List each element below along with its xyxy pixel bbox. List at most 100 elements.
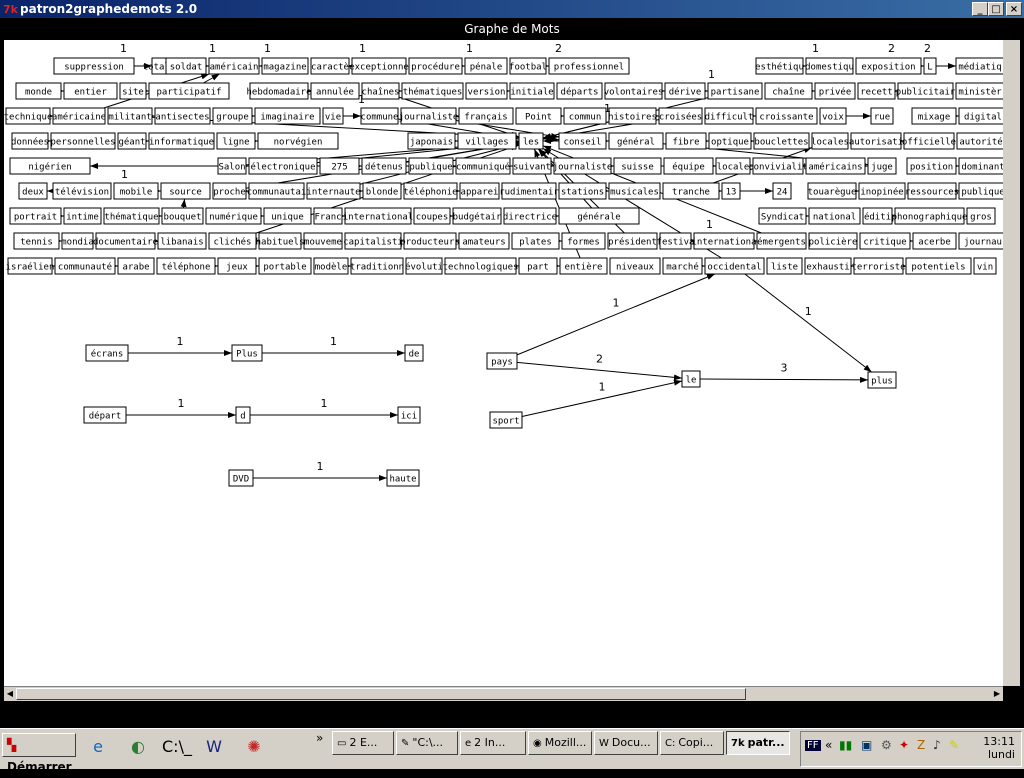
graph-node[interactable]: téléphonie bbox=[403, 182, 458, 200]
word-icon[interactable]: W bbox=[200, 733, 228, 761]
graph-node[interactable]: technologiques bbox=[443, 257, 519, 275]
graph-node[interactable]: américain bbox=[208, 57, 260, 75]
graph-node[interactable]: de bbox=[404, 344, 424, 362]
graph-node[interactable]: départ bbox=[83, 406, 127, 424]
graph-node[interactable]: proche bbox=[212, 182, 247, 200]
graph-node[interactable]: DVD bbox=[228, 469, 254, 487]
graph-node[interactable]: suppression bbox=[53, 57, 135, 75]
graph-node[interactable]: formes bbox=[561, 232, 606, 250]
graph-node[interactable]: part bbox=[518, 257, 558, 275]
minimize-button[interactable]: _ bbox=[972, 2, 988, 16]
graph-node[interactable]: mobile bbox=[113, 182, 159, 200]
graph-node[interactable]: amateurs bbox=[458, 232, 510, 250]
graph-node[interactable]: portable bbox=[258, 257, 312, 275]
graph-node[interactable]: géant bbox=[117, 132, 147, 150]
graph-node[interactable]: américains bbox=[805, 157, 866, 175]
graph-node[interactable]: thématique bbox=[103, 207, 160, 225]
graph-node[interactable]: tranche bbox=[662, 182, 720, 200]
graph-node[interactable]: directrice bbox=[503, 207, 557, 225]
graph-node[interactable]: croisées bbox=[658, 107, 703, 125]
graph-node[interactable]: nigérien bbox=[9, 157, 91, 175]
taskbar-task-button[interactable]: ✎ "C:\... bbox=[396, 731, 458, 755]
graph-node[interactable]: communauté bbox=[54, 257, 116, 275]
graph-node[interactable]: Plus bbox=[231, 344, 263, 362]
graph-node[interactable]: japonais bbox=[407, 132, 456, 150]
graph-node[interactable]: hebdomadaire bbox=[246, 82, 312, 100]
graph-node[interactable]: marché bbox=[662, 257, 703, 275]
graph-node[interactable]: autorité bbox=[956, 132, 1003, 150]
graph-node[interactable]: communiqué bbox=[455, 157, 511, 175]
graph-node[interactable]: histoires bbox=[608, 107, 657, 125]
graph-node[interactable]: annulée bbox=[310, 82, 360, 100]
taskbar-task-button[interactable]: ▭ 2 E... bbox=[332, 731, 394, 755]
scroll-right-arrow-icon[interactable]: ▶ bbox=[991, 688, 1003, 700]
graph-node[interactable]: procédure bbox=[408, 57, 463, 75]
graph-node[interactable]: arabe bbox=[117, 257, 155, 275]
graph-node[interactable]: entière bbox=[559, 257, 608, 275]
graph-node[interactable]: policière bbox=[808, 232, 858, 250]
graph-node[interactable]: international bbox=[343, 207, 413, 225]
graph-node[interactable]: festiva bbox=[657, 232, 695, 250]
graph-node[interactable]: conseil bbox=[558, 132, 607, 150]
graph-node[interactable]: national bbox=[808, 207, 861, 225]
graph-node[interactable]: israélien bbox=[6, 257, 55, 275]
graph-node[interactable]: données bbox=[11, 132, 49, 150]
graph-node[interactable]: unique bbox=[263, 207, 312, 225]
graph-node[interactable]: domestiqu bbox=[805, 57, 854, 75]
ie-icon[interactable]: e bbox=[84, 733, 112, 761]
graph-node[interactable]: américaine bbox=[52, 107, 106, 125]
graph-node[interactable]: chaînes bbox=[361, 82, 400, 100]
graph-node[interactable]: journaliste bbox=[399, 107, 459, 125]
graph-node[interactable]: phonographique bbox=[892, 207, 968, 225]
graph-node[interactable]: intime bbox=[63, 207, 102, 225]
graph-node[interactable]: commune bbox=[360, 107, 399, 125]
graph-node[interactable]: personnelles bbox=[50, 132, 116, 150]
graph-node[interactable]: convivialit bbox=[748, 157, 808, 175]
graph-node[interactable]: plus bbox=[867, 371, 897, 389]
graph-node[interactable]: entier bbox=[63, 82, 118, 100]
graph-node[interactable]: exposition bbox=[855, 57, 922, 75]
taskbar-task-button[interactable]: ◉ Mozill... bbox=[528, 731, 592, 755]
graph-node[interactable]: communautai bbox=[247, 182, 307, 200]
network-icon[interactable]: ▮▮ bbox=[839, 738, 852, 752]
graph-node[interactable]: imaginaire bbox=[254, 107, 321, 125]
graph-node[interactable]: juge bbox=[867, 157, 897, 175]
graph-node[interactable]: fibre bbox=[665, 132, 707, 150]
taskbar-task-button[interactable]: e2 In... bbox=[460, 731, 526, 755]
graph-node[interactable]: publique bbox=[958, 182, 1003, 200]
graph-node[interactable]: blonde bbox=[362, 182, 402, 200]
graph-node[interactable]: terroriste bbox=[851, 257, 906, 275]
maximize-button[interactable]: □ bbox=[988, 2, 1004, 16]
graph-node[interactable]: Point bbox=[515, 107, 562, 125]
graph-node[interactable]: monde bbox=[15, 82, 62, 100]
graph-node[interactable]: vie bbox=[322, 107, 344, 125]
pencil-icon[interactable]: ✎ bbox=[949, 738, 959, 752]
taskbar-task-button[interactable]: W Docu... bbox=[594, 731, 658, 755]
quicklaunch-more[interactable]: » bbox=[316, 731, 323, 745]
media-icon[interactable]: ◐ bbox=[124, 733, 152, 761]
monitor-icon[interactable]: ▣ bbox=[861, 738, 872, 752]
graph-node[interactable]: documentaire bbox=[93, 232, 158, 250]
graph-node[interactable]: haute bbox=[386, 469, 420, 487]
graph-node[interactable]: rue bbox=[870, 107, 894, 125]
graph-node[interactable]: rudimentair bbox=[499, 182, 559, 200]
graph-node[interactable]: groupe bbox=[212, 107, 253, 125]
graph-node[interactable]: électronique bbox=[248, 157, 318, 175]
graph-node[interactable]: détenus bbox=[361, 157, 407, 175]
graph-node[interactable]: clichés bbox=[208, 232, 257, 250]
graph-node[interactable]: technique bbox=[4, 107, 52, 125]
graph-node[interactable]: antisectes bbox=[154, 107, 211, 125]
graph-node[interactable]: les bbox=[518, 132, 544, 150]
graph-node[interactable]: magazine bbox=[261, 57, 309, 75]
graph-node[interactable]: médiatiq bbox=[955, 57, 1003, 75]
graph-node[interactable]: gros bbox=[966, 207, 996, 225]
graph-node[interactable]: téléphone bbox=[156, 257, 216, 275]
graph-node[interactable]: émergents bbox=[756, 232, 807, 250]
graph-node[interactable]: modèle bbox=[313, 257, 349, 275]
graph-node[interactable]: portrait bbox=[9, 207, 62, 225]
graph-node[interactable]: L bbox=[923, 57, 937, 75]
graph-node[interactable]: commun bbox=[563, 107, 607, 125]
graph-node[interactable]: esthétiqu bbox=[755, 57, 804, 75]
security-icon[interactable]: ✦ bbox=[899, 738, 909, 752]
graph-node[interactable]: ligne bbox=[216, 132, 256, 150]
